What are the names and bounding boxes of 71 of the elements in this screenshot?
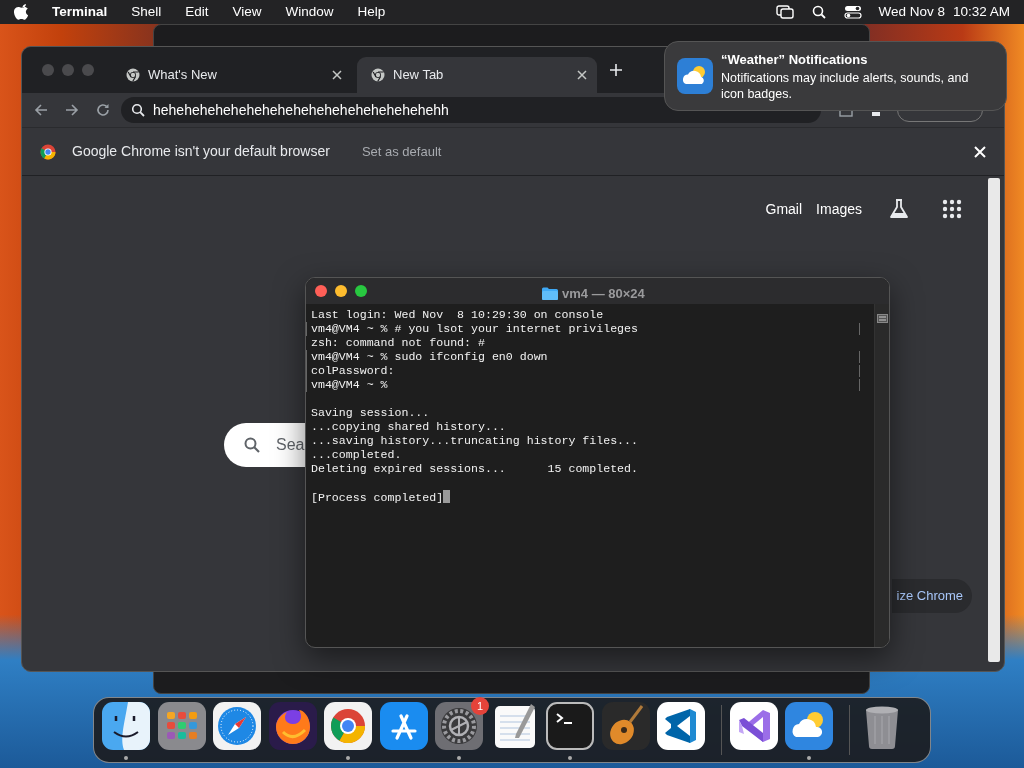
terminal-line: ...copying shared history... [311, 420, 506, 433]
flask-icon[interactable] [888, 198, 910, 220]
window-control-button[interactable] [315, 285, 327, 297]
search-icon [244, 437, 260, 453]
terminal-icon[interactable] [546, 702, 594, 750]
address-text: hehehehehehehehehehehehehehehehehehehh [153, 100, 449, 120]
menu-date[interactable]: Wed Nov 8 [878, 1, 945, 23]
notification-toast[interactable]: “Weather” Notifications Notifications may include alerts, sounds, and icon badges. [664, 41, 1007, 111]
forward-icon[interactable] [65, 103, 79, 117]
header-link[interactable]: Gmail [765, 198, 803, 220]
fox-globe-icon[interactable] [268, 702, 317, 750]
tab-title: New Tab [393, 66, 445, 85]
browser-tab[interactable]: New Tab [357, 57, 597, 93]
window-title: vm4 — 80×24 [562, 285, 645, 303]
terminal-line: Last login: Wed Nov 8 10:29:30 on console [311, 308, 604, 321]
terminal-line: ...saving history...truncating history files... [311, 434, 638, 447]
close-icon[interactable] [332, 70, 342, 80]
menu-item[interactable]: Shell [131, 1, 162, 23]
terminal-line: [Process completed] [311, 491, 444, 504]
menu-app-name[interactable]: Terminal [52, 1, 108, 23]
menu-clock[interactable]: 10:32 AM [952, 1, 1010, 23]
code-editor-icon[interactable] [657, 702, 705, 750]
search-field[interactable]: Sea [224, 423, 305, 467]
reload-icon[interactable] [96, 103, 110, 117]
new-tab-icon[interactable] [609, 63, 623, 77]
browser-logo-icon [371, 68, 385, 82]
terminal-line: ...completed. [311, 448, 402, 461]
terminal-line: vm4@VM4 ~ % # you lsot your internet privileges [311, 322, 638, 335]
terminal-line: zsh: command not found: # [311, 336, 485, 349]
folder-icon [542, 287, 558, 301]
header-link[interactable]: Images [816, 198, 862, 220]
window-control-button[interactable] [355, 285, 367, 297]
terminal-line: colPassword: [311, 364, 395, 377]
window-control-button[interactable] [335, 285, 347, 297]
compass-icon[interactable] [213, 702, 261, 750]
set-default-link[interactable]: Set as default [361, 141, 442, 162]
infobar-message: Google Chrome isn't your default browser [72, 142, 330, 161]
terminal-line: vm4@VM4 ~ % sudo ifconfig en0 down [311, 350, 548, 363]
app-store-icon[interactable] [379, 702, 428, 750]
menu-item[interactable]: View [232, 1, 262, 23]
menu-item[interactable]: Window [285, 1, 334, 23]
notification-title: “Weather” Notifications [721, 51, 869, 70]
apple-logo-icon[interactable] [14, 4, 28, 20]
tab-title: What's New [148, 66, 218, 85]
scrollbar[interactable] [988, 178, 1000, 662]
menu-item[interactable]: Edit [185, 1, 209, 23]
control-center-icon[interactable] [844, 5, 863, 19]
notification-badge: 1 [471, 697, 489, 715]
guitar-icon[interactable] [601, 702, 650, 750]
close-icon[interactable] [577, 70, 587, 80]
terminal-line: Deleting expired sessions... 15 completed. [311, 462, 638, 475]
screen-mirroring-icon[interactable] [776, 5, 795, 19]
back-icon[interactable] [34, 103, 48, 117]
split-view-icon[interactable] [877, 313, 888, 323]
search-placeholder: Sea [276, 435, 305, 455]
customize-button[interactable]: ize Chrome [892, 579, 972, 613]
browser-logo-icon [40, 143, 56, 160]
weather-app-icon [677, 58, 713, 94]
weather-icon[interactable] [785, 702, 833, 750]
app-grid-icon[interactable] [157, 702, 206, 750]
browser-tab[interactable]: What's New [112, 57, 352, 93]
finder-face-icon[interactable] [102, 702, 150, 750]
browser-logo-icon [126, 68, 140, 82]
search-icon [131, 103, 145, 117]
terminal-line: vm4@VM4 ~ % [311, 378, 388, 391]
ribbon-icon[interactable] [729, 702, 778, 750]
search-icon[interactable] [812, 5, 827, 19]
menu-item[interactable]: Help [357, 1, 386, 23]
gear-icon[interactable] [435, 702, 483, 750]
apps-grid-icon[interactable] [942, 199, 962, 219]
terminal-line: Saving session... [311, 406, 430, 419]
